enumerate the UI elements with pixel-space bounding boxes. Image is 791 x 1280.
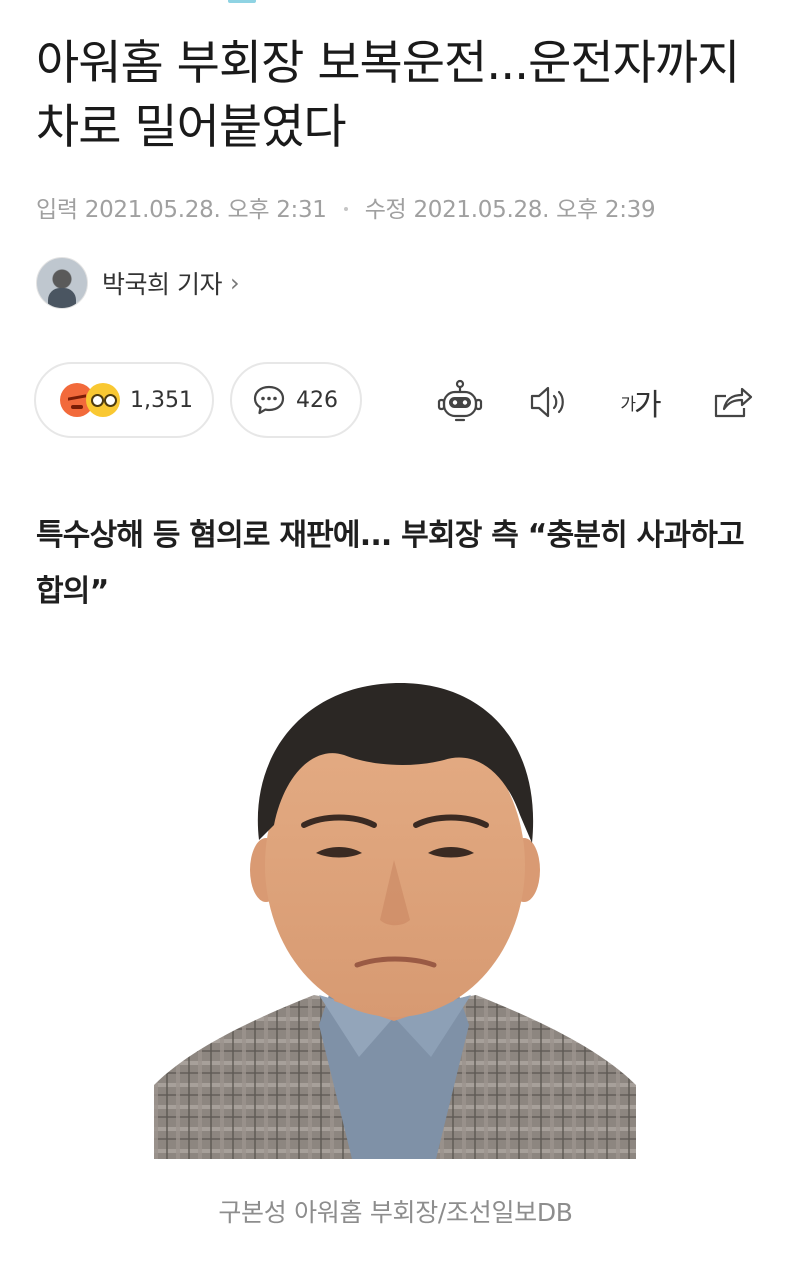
speaker-icon bbox=[526, 382, 570, 422]
font-size-small-glyph: 가 bbox=[620, 394, 636, 415]
input-time: 2021.05.28. 오후 2:31 bbox=[84, 197, 327, 223]
input-label: 입력 bbox=[36, 197, 78, 223]
author-avatar bbox=[36, 257, 88, 309]
share-button[interactable] bbox=[704, 374, 760, 430]
article-meta: 입력 2021.05.28. 오후 2:31 수정 2021.05.28. 오후… bbox=[36, 190, 656, 224]
author-link[interactable]: 박국희 기자 › bbox=[36, 257, 240, 309]
reactions-button[interactable]: 1,351 bbox=[34, 362, 214, 438]
modified-label: 수정 bbox=[364, 197, 407, 223]
modified-time: 2021.05.28. 오후 2:39 bbox=[413, 197, 656, 223]
shocked-emoji-icon bbox=[86, 383, 120, 417]
listen-button[interactable] bbox=[520, 374, 576, 430]
article-photo bbox=[154, 665, 636, 1159]
share-icon bbox=[710, 382, 754, 422]
robot-summary-button[interactable] bbox=[432, 374, 488, 430]
meta-separator-dot bbox=[343, 206, 348, 211]
reactions-count: 1,351 bbox=[130, 387, 193, 413]
comments-button[interactable]: 426 bbox=[230, 362, 362, 438]
font-size-button[interactable]: 가 가 bbox=[612, 374, 668, 430]
article-subheading: 특수상해 등 혐의로 재판에... 부회장 측 “충분히 사과하고 합의” bbox=[36, 518, 745, 609]
author-name: 박국희 기자 bbox=[102, 270, 222, 299]
font-size-large-glyph: 가 bbox=[634, 388, 662, 423]
article-headline: 아워홈 부회장 보복운전...운전자까지 차로 밀어붙였다 bbox=[36, 36, 740, 155]
chevron-right-icon: › bbox=[229, 269, 240, 297]
robot-summary-icon bbox=[436, 378, 484, 426]
speech-bubble-icon bbox=[252, 384, 286, 416]
comments-count: 426 bbox=[296, 387, 338, 413]
photo-caption: 구본성 아워홈 부회장/조선일보DB bbox=[218, 1198, 573, 1227]
top-tab-indicator bbox=[228, 0, 256, 3]
